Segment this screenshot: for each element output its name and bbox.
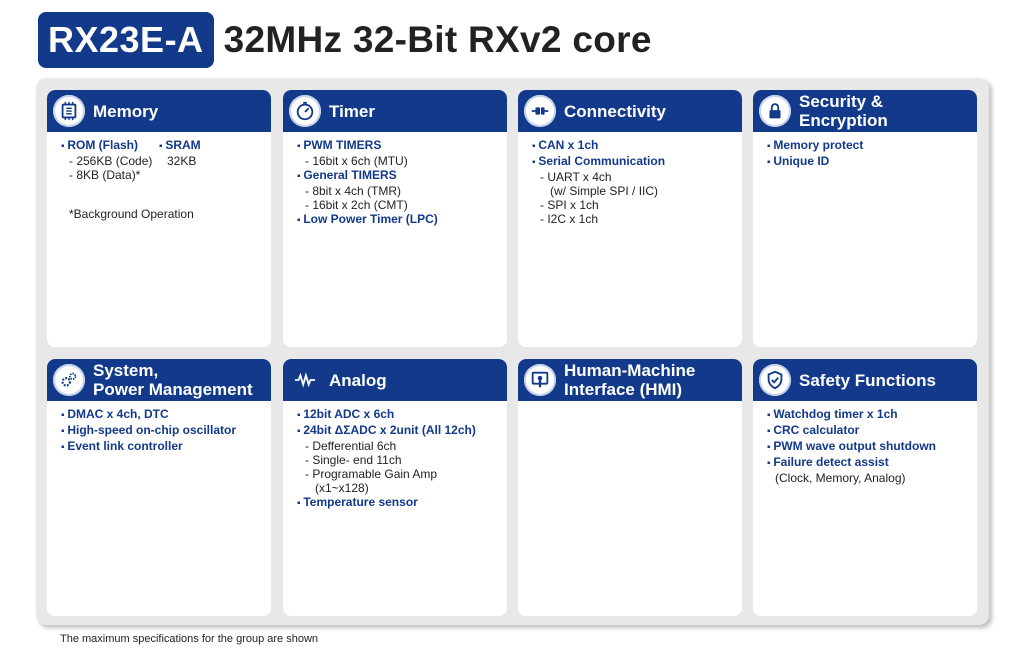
card-timer: Timer PWM TIMERS - 16bit x 6ch (MTU) Gen… — [283, 90, 507, 347]
card-header: Human-Machine Interface (HMI) — [518, 359, 742, 401]
card-safety: Safety Functions Watchdog timer x 1ch CR… — [753, 359, 977, 616]
list-item: General TIMERS — [297, 168, 497, 184]
gears-icon — [53, 364, 85, 396]
card-body: Watchdog timer x 1ch CRC calculator PWM … — [753, 401, 977, 485]
card-title: Timer — [329, 101, 375, 121]
product-badge: RX23E-A — [38, 12, 214, 68]
list-item: 24bit ΔΣADC x 2unit (All 12ch) — [297, 423, 497, 439]
card-analog: Analog 12bit ADC x 6ch 24bit ΔΣADC x 2un… — [283, 359, 507, 616]
list-item: Low Power Timer (LPC) — [297, 212, 497, 228]
list-item: High-speed on-chip oscillator — [61, 423, 261, 439]
card-body: PWM TIMERS - 16bit x 6ch (MTU) General T… — [283, 132, 507, 228]
card-header: Timer — [283, 90, 507, 132]
card-connectivity: Connectivity CAN x 1ch Serial Communicat… — [518, 90, 742, 347]
card-header: Memory — [47, 90, 271, 132]
header: RX23E-A 32MHz 32-Bit RXv2 core — [38, 12, 652, 68]
card-header: Security & Encryption — [753, 90, 977, 132]
card-header: Connectivity — [518, 90, 742, 132]
list-item: - Defferential 6ch — [305, 439, 397, 453]
card-memory: Memory ROM (Flash) - 256KB (Code) - 8KB … — [47, 90, 271, 347]
stopwatch-icon — [289, 95, 321, 127]
list-item: 32KB — [167, 154, 197, 168]
card-header: Safety Functions — [753, 359, 977, 401]
list-item: - 16bit x 2ch (CMT) — [305, 198, 408, 212]
list-item: Temperature sensor — [297, 495, 497, 511]
page-title: 32MHz 32-Bit RXv2 core — [223, 19, 652, 60]
card-system: System,Power Management DMAC x 4ch, DTC … — [47, 359, 271, 616]
card-body: 12bit ADC x 6ch 24bit ΔΣADC x 2unit (All… — [283, 401, 507, 511]
list-item: CAN x 1ch — [532, 138, 732, 154]
card-body: DMAC x 4ch, DTC High-speed on-chip oscil… — [47, 401, 271, 455]
touch-screen-icon — [524, 364, 556, 396]
list-item: - 256KB (Code) — [69, 154, 153, 168]
list-item: (x1~x128) — [315, 481, 369, 495]
list-item: Failure detect assist — [767, 455, 967, 471]
list-item: PWM wave output shutdown — [767, 439, 967, 455]
card-title: Safety Functions — [799, 370, 936, 390]
card-title: Analog — [329, 370, 387, 390]
card-title: Security & Encryption — [799, 92, 888, 130]
card-title: Human-Machine Interface (HMI) — [564, 361, 696, 399]
feature-panel: Memory ROM (Flash) - 256KB (Code) - 8KB … — [36, 78, 989, 625]
card-title: Memory — [93, 101, 159, 121]
list-item: - 8KB (Data)* — [69, 168, 141, 182]
card-body: ROM (Flash) - 256KB (Code) - 8KB (Data)*… — [47, 132, 271, 182]
list-item: - 8bit x 4ch (TMR) — [305, 184, 402, 198]
note-text: *Background Operation — [69, 207, 194, 221]
waveform-icon — [289, 364, 321, 396]
list-item: ROM (Flash) — [61, 138, 159, 154]
footer-note: The maximum specifications for the group… — [60, 633, 319, 645]
card-hmi: Human-Machine Interface (HMI) — [518, 359, 742, 616]
shield-check-icon — [759, 364, 791, 396]
card-security: Security &Encryption Memory protect Uniq… — [753, 90, 977, 347]
list-item: 12bit ADC x 6ch — [297, 407, 497, 423]
list-item: CRC calculator — [767, 423, 967, 439]
card-title: Connectivity — [564, 101, 667, 121]
list-item: Event link controller — [61, 439, 261, 455]
list-item: - UART x 4ch — [540, 170, 612, 184]
list-item: SRAM — [159, 138, 200, 154]
list-item: Watchdog timer x 1ch — [767, 407, 967, 423]
list-item: - 16bit x 6ch (MTU) — [305, 154, 408, 168]
list-item: DMAC x 4ch, DTC — [61, 407, 261, 423]
list-item: Memory protect — [767, 138, 967, 154]
plug-icon — [524, 95, 556, 127]
card-header: Analog — [283, 359, 507, 401]
list-item: (w/ Simple SPI / IIC) — [550, 184, 659, 198]
lock-icon — [759, 95, 791, 127]
list-item: Unique ID — [767, 154, 967, 170]
card-header: System, Power Management — [47, 359, 271, 401]
list-item: (Clock, Memory, Analog) — [775, 471, 906, 485]
list-item: - Programable Gain Amp — [305, 467, 438, 481]
memory-chip-icon — [53, 95, 85, 127]
card-body: Memory protect Unique ID — [753, 132, 977, 170]
card-title: System, Power Management — [93, 361, 253, 399]
list-item: PWM TIMERS — [297, 138, 497, 154]
list-item: Serial Communication — [532, 154, 732, 170]
list-item: - SPI x 1ch — [540, 198, 599, 212]
list-item: - I2C x 1ch — [540, 212, 599, 226]
card-body: CAN x 1ch Serial Communication - UART x … — [518, 132, 742, 226]
list-item: - Single- end 11ch — [305, 453, 402, 467]
